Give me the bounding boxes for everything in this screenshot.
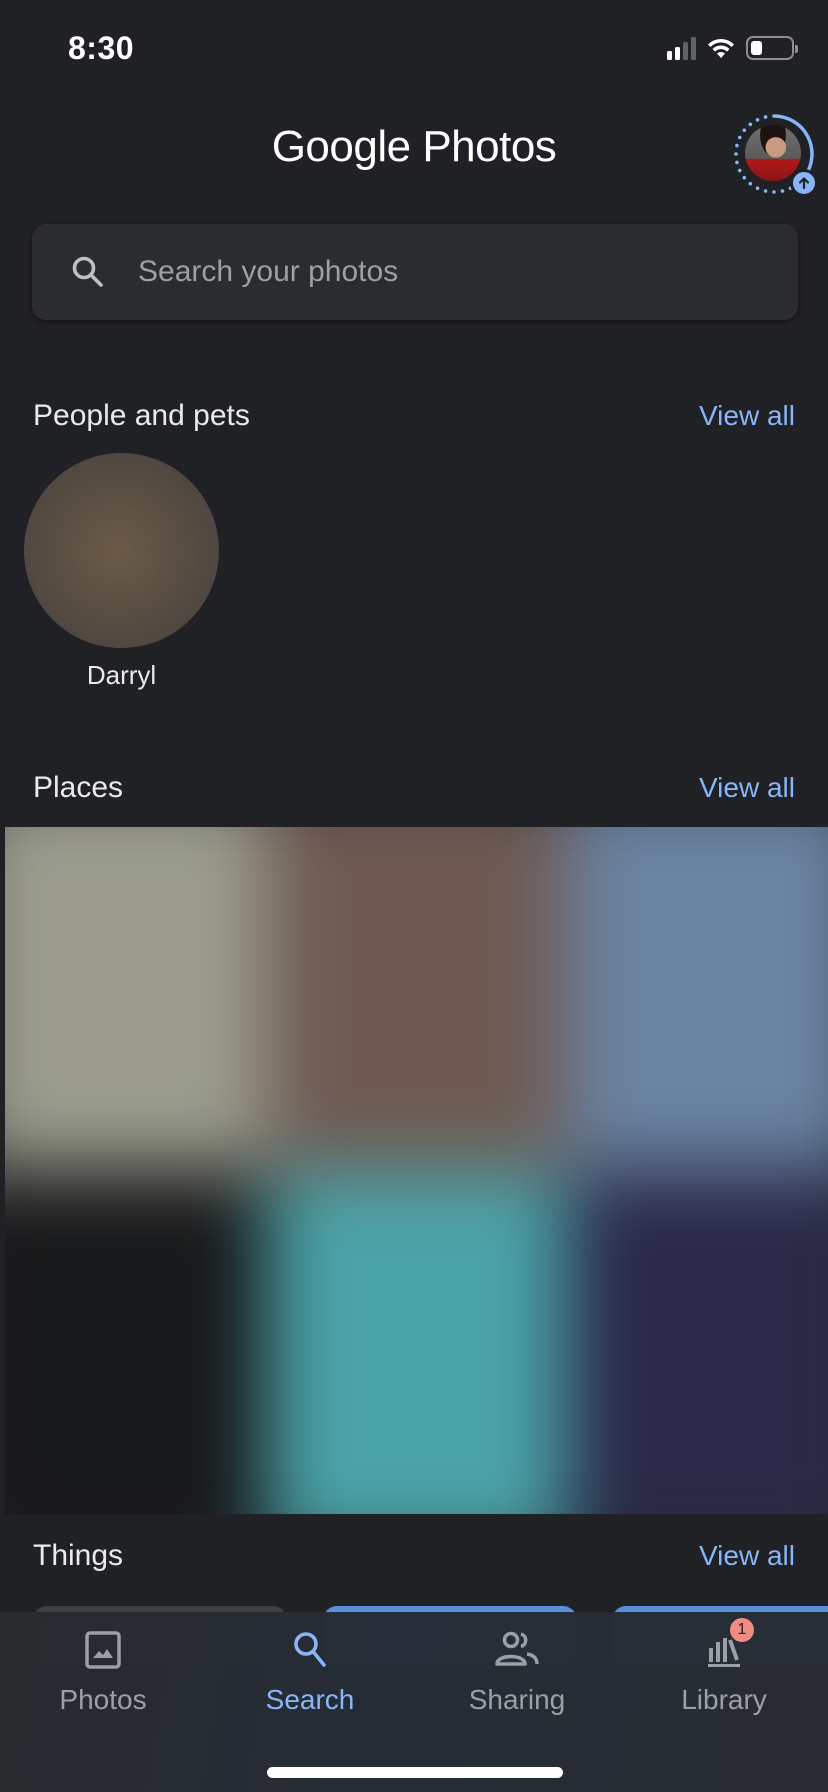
places-tiles — [5, 827, 828, 1514]
places-section-header: Places View all — [33, 766, 795, 810]
progress-ring-dot — [755, 186, 760, 191]
place-tile[interactable] — [266, 1170, 567, 1514]
progress-ring-dot — [748, 181, 753, 186]
nav-label: Search — [265, 1684, 355, 1715]
cellular-signal-icon — [667, 36, 696, 60]
arrow-up-icon — [798, 177, 810, 190]
nav-tab-library[interactable]: 1 Library — [649, 1618, 799, 1716]
status-bar: 8:30 — [0, 0, 828, 100]
nav-label: Photos — [59, 1684, 147, 1715]
bottom-navigation: Photos Search Sharing 1 Library — [0, 1612, 828, 1792]
status-icons — [667, 36, 798, 60]
progress-ring-dot — [763, 189, 768, 193]
progress-ring-dot — [742, 175, 747, 180]
wifi-icon — [708, 38, 734, 58]
progress-ring-dot — [780, 189, 785, 193]
app-title-product: Photos — [422, 122, 557, 171]
backup-upload-badge — [790, 169, 818, 197]
nav-tab-search[interactable]: Search — [235, 1626, 385, 1716]
people-view-all-link[interactable]: View all — [699, 400, 795, 432]
people-section-title: People and pets — [33, 399, 250, 432]
progress-ring-dot — [734, 152, 738, 156]
things-section-header: Things View all — [33, 1534, 795, 1578]
progress-ring-dot — [772, 190, 776, 194]
battery-level — [751, 41, 762, 55]
progress-ring-dot — [763, 115, 768, 119]
home-indicator[interactable] — [267, 1767, 563, 1778]
place-tile[interactable] — [567, 827, 828, 1171]
progress-ring-dot — [737, 168, 742, 173]
progress-ring-dot — [755, 117, 760, 122]
avatar — [745, 125, 801, 181]
nav-label: Sharing — [468, 1684, 566, 1715]
progress-ring-dot — [735, 160, 739, 165]
place-tile[interactable] — [5, 1170, 266, 1514]
people-section-header: People and pets View all — [33, 394, 795, 438]
places-section-title: Places — [33, 771, 124, 804]
app-title: Google Photos — [0, 122, 828, 172]
app-title-brand: Google — [271, 122, 411, 171]
library-icon: 1 — [700, 1618, 754, 1674]
places-view-all-link[interactable]: View all — [699, 772, 795, 804]
search-input[interactable] — [138, 242, 798, 302]
google-photos-search-screen: 8:30 Google Photos Search your photos Pe… — [0, 0, 828, 1792]
account-avatar-button[interactable] — [732, 112, 818, 197]
nav-tab-sharing[interactable]: Sharing — [442, 1626, 592, 1716]
person-face-thumbnail — [24, 453, 219, 648]
search-icon — [286, 1626, 334, 1674]
nav-tab-photos[interactable]: Photos — [28, 1626, 178, 1716]
search-icon — [68, 252, 108, 292]
progress-ring-dot — [735, 143, 739, 148]
places-grid[interactable] — [5, 827, 828, 1514]
search-bar[interactable] — [32, 224, 798, 320]
things-view-all-link[interactable]: View all — [699, 1540, 795, 1572]
photo-icon — [79, 1626, 127, 1674]
place-tile[interactable] — [266, 827, 567, 1171]
person-name: Darryl — [86, 660, 157, 690]
person-item[interactable]: Darryl — [24, 453, 219, 691]
progress-ring-dot — [737, 135, 742, 140]
people-icon — [493, 1626, 541, 1674]
nav-label: Library — [681, 1684, 767, 1715]
place-tile[interactable] — [5, 827, 266, 1171]
progress-ring-dot — [742, 128, 747, 133]
status-time: 8:30 — [68, 30, 135, 66]
place-tile[interactable] — [567, 1170, 828, 1514]
battery-icon — [746, 36, 798, 60]
progress-ring-dot — [748, 122, 753, 127]
things-section-title: Things — [33, 1539, 124, 1572]
library-notification-badge: 1 — [730, 1618, 754, 1642]
